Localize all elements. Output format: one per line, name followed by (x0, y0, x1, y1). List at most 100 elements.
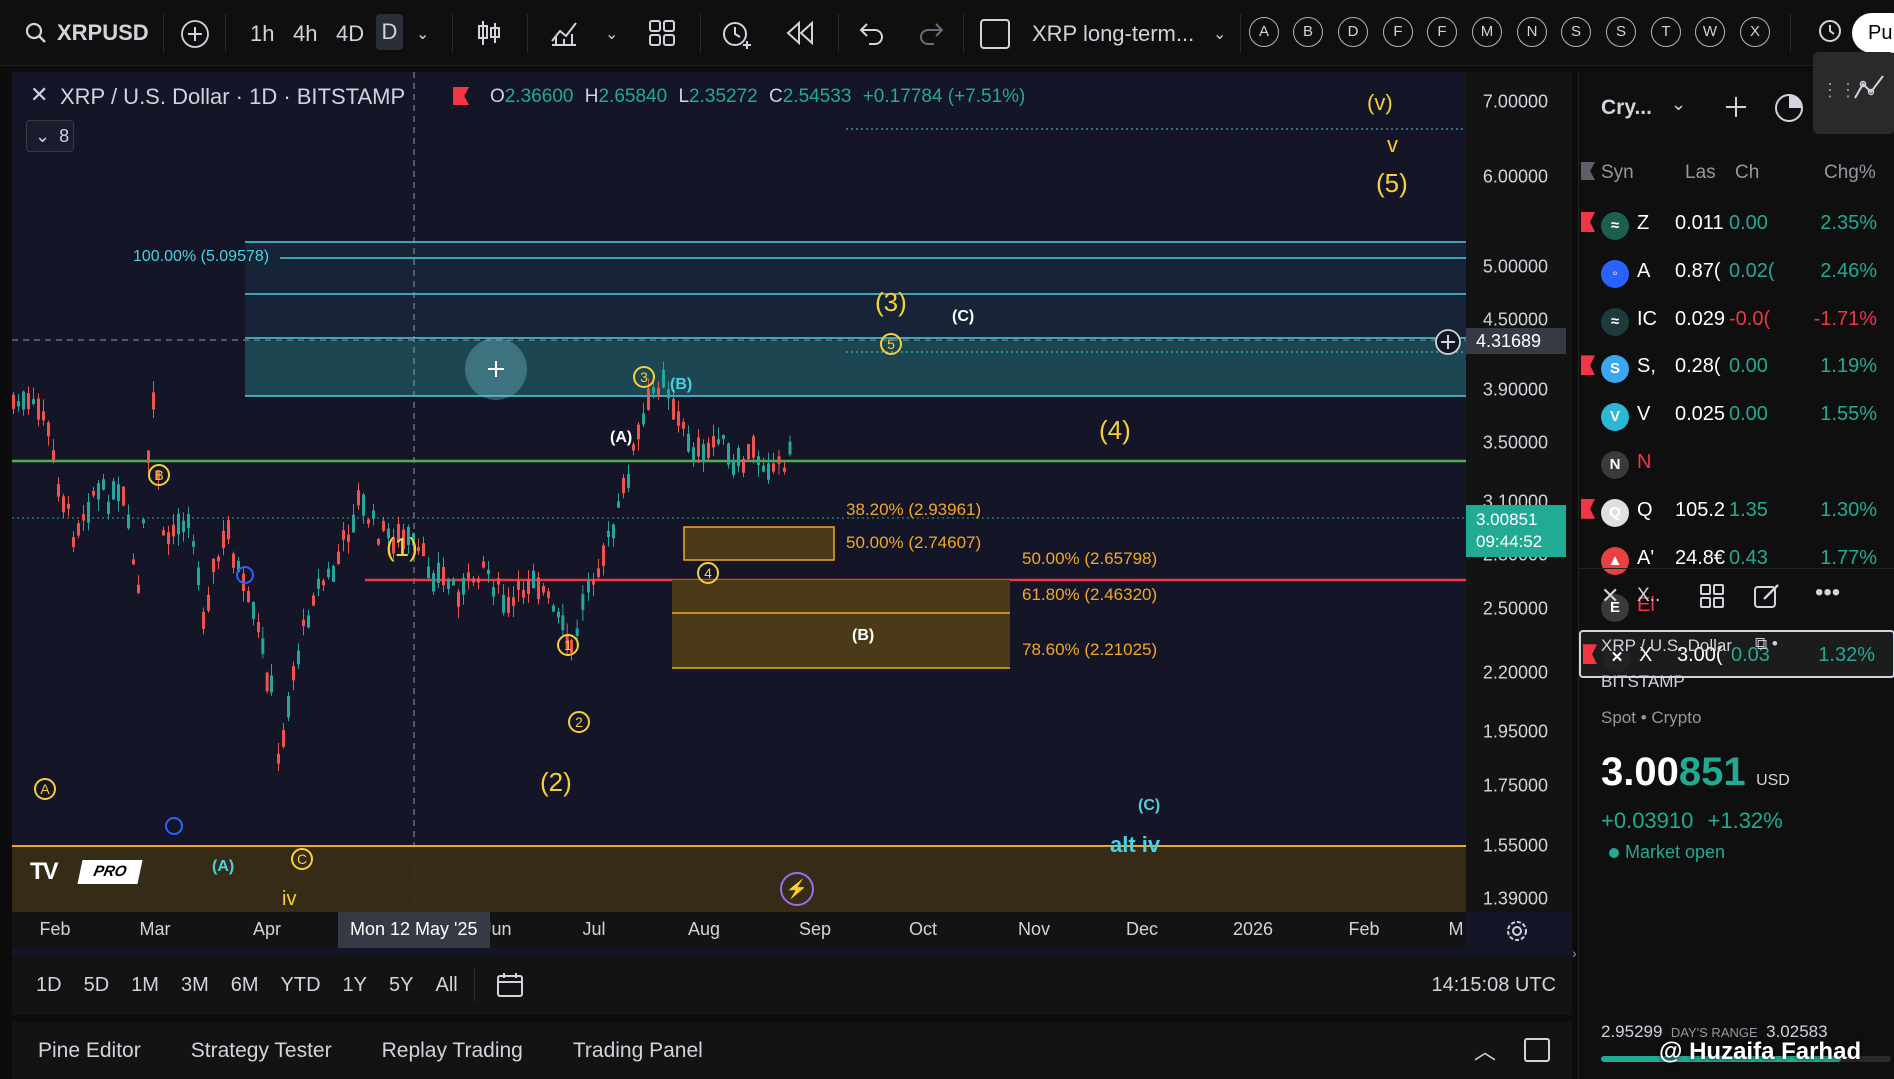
legend-title[interactable]: XRP / U.S. Dollar · 1D · BITSTAMP (60, 84, 405, 110)
candle-body (102, 479, 105, 490)
chevron-down-icon[interactable]: ⌄ (1213, 24, 1226, 44)
flag-icon[interactable] (1581, 355, 1595, 376)
interval-d-active[interactable]: D (376, 14, 403, 50)
letter-m-button[interactable]: M (1472, 17, 1502, 47)
advanced-view-icon[interactable] (1773, 92, 1805, 124)
range-5y[interactable]: 5Y (389, 974, 413, 997)
watchlist-row[interactable]: ≈ Z 0.011 0.00 2.35% (1579, 200, 1894, 248)
flag-icon[interactable] (1583, 644, 1597, 665)
drag-handle-icon[interactable]: ⋮⋮ (1821, 80, 1857, 101)
utc-clock[interactable]: 14:15:08 UTC (1431, 974, 1556, 997)
letter-t-button[interactable]: T (1651, 17, 1681, 47)
external-link-icon[interactable]: ⧉ • (1755, 634, 1778, 654)
marker-circle-blue-2 (165, 817, 183, 835)
col-change[interactable]: Ch (1735, 162, 1759, 184)
tab-strategy-tester[interactable]: Strategy Tester (191, 1039, 332, 1063)
redo-icon[interactable] (918, 20, 946, 46)
watchlist-row[interactable]: ◦ A 0.87(0.02(2.46% (1579, 248, 1894, 296)
flag-icon[interactable] (1581, 498, 1595, 519)
candle-body (517, 580, 520, 590)
letter-s-button[interactable]: S (1561, 17, 1591, 47)
add-alert-plus-icon[interactable] (1434, 328, 1462, 356)
letter-n-button[interactable]: N (1517, 17, 1547, 47)
letter-d-button[interactable]: D (1338, 17, 1368, 47)
price-axis[interactable]: 7.00000 6.00000 5.00000 4.50000 3.90000 … (1466, 72, 1572, 912)
col-last[interactable]: Las (1685, 162, 1716, 184)
watchlist-name[interactable]: Cry... (1601, 96, 1652, 120)
collapse-panel-handle[interactable]: › (1572, 945, 1580, 985)
fib-box-small (683, 526, 835, 561)
candle-body (557, 611, 560, 618)
interval-1h[interactable]: 1h (250, 21, 274, 47)
indicators-icon[interactable] (548, 17, 580, 49)
col-symbol[interactable]: Syn (1601, 162, 1634, 184)
chart-canvas[interactable] (12, 72, 1466, 912)
pattern-tool-icon[interactable] (1853, 72, 1887, 102)
date-range-icon[interactable] (495, 970, 525, 1000)
indicators-collapse-button[interactable]: ⌄ 8 (26, 120, 74, 152)
quick-search-icon[interactable] (1816, 17, 1848, 49)
letter-f2-button[interactable]: F (1427, 17, 1457, 47)
close-icon[interactable]: ✕ (30, 82, 48, 108)
symbol-name: XRPUSD (57, 20, 149, 45)
candle-body (332, 565, 335, 582)
chevron-up-icon[interactable]: ︿ (1474, 1034, 1496, 1066)
range-3m[interactable]: 3M (181, 974, 209, 997)
time-axis[interactable]: Feb Mar Apr Jun Jul Aug Sep Oct Nov Dec … (12, 912, 1466, 948)
publish-button[interactable]: Pu (1852, 13, 1894, 53)
price-tick: 1.75000 (1482, 775, 1548, 796)
watchlist-row[interactable]: NN (1579, 439, 1894, 487)
crosshair-cursor[interactable] (465, 338, 527, 400)
layout-checkbox-icon[interactable] (980, 19, 1010, 49)
maximize-panel-icon[interactable] (1524, 1038, 1550, 1062)
add-symbol-icon[interactable] (180, 19, 210, 49)
col-change-pct[interactable]: Chg% (1824, 162, 1876, 184)
watchlist-row[interactable]: ≈ IC 0.029 -0.0(-1.71% (1579, 296, 1894, 344)
low-value: 2.35272 (689, 86, 758, 107)
range-1d[interactable]: 1D (36, 974, 62, 997)
interval-4d[interactable]: 4D (336, 21, 364, 47)
watchlist-row[interactable]: Q Q 105.2 1.35 1.30% (1579, 487, 1894, 535)
row-symbol: N (1637, 451, 1652, 473)
range-5d[interactable]: 5D (84, 974, 110, 997)
layout-name[interactable]: XRP long-term... (1032, 21, 1194, 47)
chevron-down-icon[interactable]: ⌄ (416, 24, 429, 44)
letter-f-button[interactable]: F (1383, 17, 1413, 47)
tab-pine-editor[interactable]: Pine Editor (38, 1039, 141, 1063)
letter-b-button[interactable]: B (1293, 17, 1323, 47)
flag-icon[interactable] (1581, 212, 1595, 232)
edit-icon[interactable] (1753, 582, 1781, 610)
watchlist-row[interactable]: S S, 0.28(0.00 1.19% (1579, 343, 1894, 391)
chevron-down-icon: ⌄ (35, 126, 51, 146)
layouts-grid-icon[interactable] (648, 19, 676, 47)
range-1m[interactable]: 1M (131, 974, 159, 997)
letter-x-button[interactable]: X (1740, 17, 1770, 47)
interval-4h[interactable]: 4h (293, 21, 317, 47)
letter-s2-button[interactable]: S (1606, 17, 1636, 47)
tab-trading-panel[interactable]: Trading Panel (573, 1039, 703, 1063)
chevron-down-icon[interactable]: ⌄ (605, 24, 618, 44)
range-all[interactable]: All (435, 974, 457, 997)
replay-icon[interactable] (785, 20, 815, 46)
tab-replay-trading[interactable]: Replay Trading (382, 1039, 523, 1063)
range-6m[interactable]: 6M (231, 974, 259, 997)
candles-style-icon[interactable] (474, 18, 504, 48)
candle-body (382, 520, 385, 531)
flash-icon[interactable]: ⚡ (780, 872, 814, 906)
more-options-icon[interactable]: ••• (1815, 579, 1840, 607)
settings-gear-icon[interactable] (1504, 918, 1530, 944)
details-short-name[interactable]: X.. (1637, 585, 1660, 607)
add-symbol-icon[interactable] (1723, 94, 1749, 120)
fib-zone-upper (245, 340, 1466, 396)
letter-a-button[interactable]: A (1249, 17, 1279, 47)
drawing-tools-panel[interactable]: ⋮⋮ (1813, 52, 1894, 134)
alert-clock-icon[interactable] (720, 17, 754, 51)
chevron-down-icon[interactable]: ⌄ (1671, 94, 1686, 115)
grid-icon[interactable] (1699, 583, 1725, 609)
watchlist-row[interactable]: V V 0.025 0.00 1.55% (1579, 391, 1894, 439)
range-ytd[interactable]: YTD (281, 974, 321, 997)
symbol-search[interactable]: XRPUSD (22, 16, 152, 50)
undo-icon[interactable] (857, 20, 885, 46)
letter-w-button[interactable]: W (1695, 17, 1725, 47)
range-1y[interactable]: 1Y (343, 974, 367, 997)
